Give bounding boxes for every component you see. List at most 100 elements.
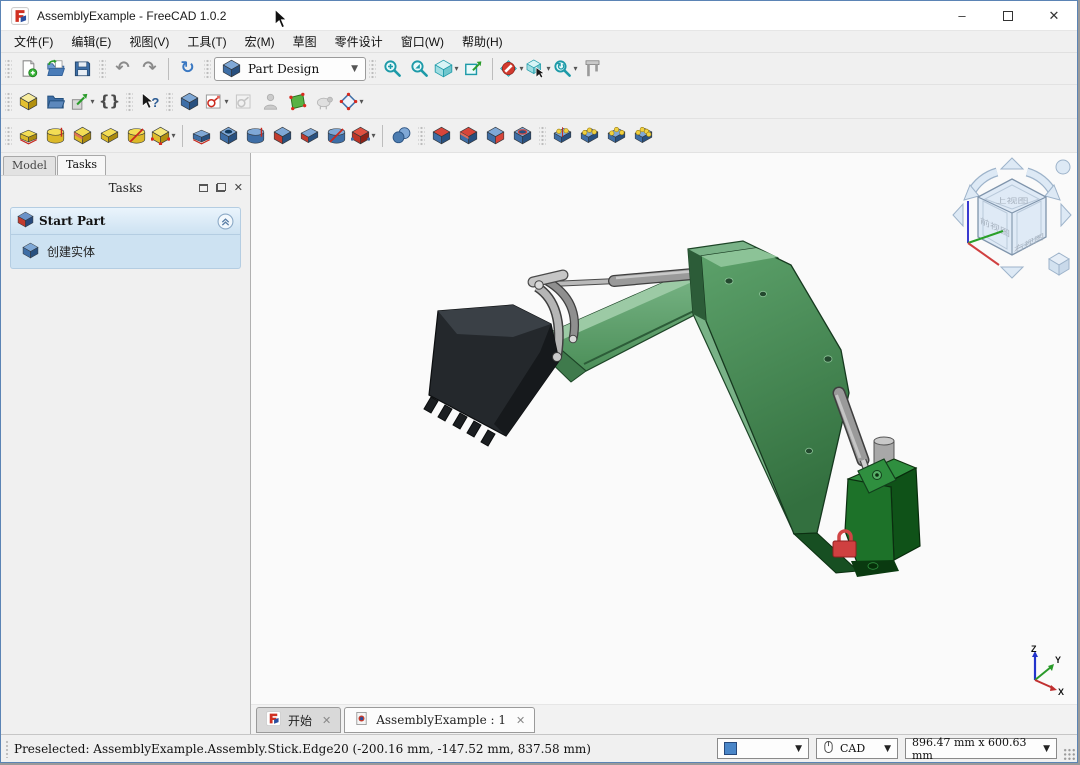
- create-body-icon: [180, 92, 199, 111]
- polar-pattern-button[interactable]: [603, 122, 630, 149]
- title-bar: AssemblyExample - FreeCAD 1.0.2 – ✕: [1, 1, 1077, 31]
- menu-file[interactable]: 文件(F): [5, 31, 62, 52]
- measure-button[interactable]: [579, 55, 606, 82]
- dimensions-dropdown[interactable]: 896.47 mm x 600.63 mm ▼: [905, 738, 1057, 759]
- draw-style-button[interactable]: ▾: [498, 55, 525, 82]
- part-workbench-button[interactable]: [15, 88, 42, 115]
- minimize-button[interactable]: –: [939, 1, 985, 30]
- multitransform-icon: [634, 126, 653, 145]
- collapse-chevron-button[interactable]: [217, 213, 234, 230]
- dropdown-arrow-icon[interactable]: ▾: [371, 131, 375, 140]
- new-document-button[interactable]: [15, 55, 42, 82]
- navigation-style-value: CAD: [840, 742, 865, 755]
- workbench-selector[interactable]: Part Design▼: [214, 57, 366, 81]
- thickness-button[interactable]: [509, 122, 536, 149]
- create-sketch-button[interactable]: ▾: [203, 88, 230, 115]
- dropdown-arrow-icon[interactable]: ▾: [90, 97, 94, 106]
- save-document-button[interactable]: [69, 55, 96, 82]
- draft-button[interactable]: [482, 122, 509, 149]
- mdi-tab-close-icon[interactable]: ✕: [516, 714, 525, 727]
- refresh-button[interactable]: ↻: [174, 55, 201, 82]
- pad-button[interactable]: [15, 122, 42, 149]
- groove-icon: [246, 126, 265, 145]
- additive-pipe-button[interactable]: [96, 122, 123, 149]
- dock-float-icon[interactable]: [216, 183, 226, 192]
- dock-view-button[interactable]: [460, 55, 487, 82]
- groove-button[interactable]: [242, 122, 269, 149]
- dropdown-arrow-icon[interactable]: ▾: [171, 131, 175, 140]
- linear-pattern-button[interactable]: [576, 122, 603, 149]
- menu-macro[interactable]: 宏(M): [236, 31, 284, 52]
- mdi-tab-close-icon[interactable]: ✕: [322, 714, 331, 727]
- navigation-cube[interactable]: 上视图 前视图 右视图: [951, 157, 1073, 279]
- whats-this-button[interactable]: ?: [136, 88, 163, 115]
- create-body-button[interactable]: [176, 88, 203, 115]
- fillet-button[interactable]: [428, 122, 455, 149]
- close-button[interactable]: ✕: [1031, 1, 1077, 30]
- revolution-button[interactable]: [42, 122, 69, 149]
- status-bar: Preselected: AssemblyExample.Assembly.St…: [1, 734, 1077, 762]
- open-folder-button[interactable]: [42, 88, 69, 115]
- task-item-create-solid[interactable]: 创建实体: [10, 235, 241, 269]
- dock-tab-model[interactable]: Model: [3, 156, 56, 175]
- expressions-button[interactable]: {}: [96, 88, 123, 115]
- subtractive-helix-button[interactable]: [323, 122, 350, 149]
- shape-binder-button[interactable]: [284, 88, 311, 115]
- additive-primitive-button[interactable]: ▾: [150, 122, 177, 149]
- mirrored-button[interactable]: [549, 122, 576, 149]
- mdi-tab-start[interactable]: 开始✕: [256, 707, 341, 733]
- subtractive-pipe-button[interactable]: [296, 122, 323, 149]
- dropdown-arrow-icon[interactable]: ▾: [359, 97, 363, 106]
- menu-partdesign[interactable]: 零件设计: [326, 31, 392, 52]
- dropdown-arrow-icon[interactable]: ▾: [573, 64, 577, 73]
- expressions-icon: {}: [99, 94, 120, 109]
- fit-all-button[interactable]: [379, 55, 406, 82]
- dropdown-arrow-icon[interactable]: ▾: [546, 64, 550, 73]
- navigation-style-dropdown[interactable]: CAD ▼: [816, 738, 898, 759]
- export-share-button[interactable]: ▾: [69, 88, 96, 115]
- pocket-button[interactable]: [188, 122, 215, 149]
- viewport-3d[interactable]: 上视图 前视图 右视图 Z Y X 开始✕AssemblyExamp: [251, 153, 1077, 734]
- menu-window[interactable]: 窗口(W): [392, 31, 453, 52]
- create-datum-button[interactable]: ▾: [338, 88, 365, 115]
- maximize-button[interactable]: [985, 1, 1031, 30]
- boolean-operation-button[interactable]: [388, 122, 415, 149]
- menu-help[interactable]: 帮助(H): [453, 31, 512, 52]
- dock-minimize-icon[interactable]: [199, 184, 208, 192]
- map-sketch-button[interactable]: [257, 88, 284, 115]
- dropdown-arrow-icon[interactable]: ▾: [454, 64, 458, 73]
- subtractive-primitive-button[interactable]: ▾: [350, 122, 377, 149]
- resize-grip[interactable]: [1063, 748, 1076, 761]
- edit-sketch-button[interactable]: [230, 88, 257, 115]
- selection-view-button[interactable]: ▾: [525, 55, 552, 82]
- open-document-button[interactable]: [42, 55, 69, 82]
- start-part-header[interactable]: Start Part: [10, 207, 241, 235]
- create-clone-icon: [315, 92, 334, 111]
- navcube-top-label: 上视图: [996, 196, 1029, 204]
- fit-selection-button[interactable]: [406, 55, 433, 82]
- multitransform-button[interactable]: [630, 122, 657, 149]
- dock-close-icon[interactable]: ✕: [234, 182, 243, 193]
- combo-arrow-icon: ▼: [351, 64, 358, 74]
- dropdown-arrow-icon[interactable]: ▾: [519, 64, 523, 73]
- zoom-tools-button[interactable]: ↻▾: [552, 55, 579, 82]
- axonometric-view-button[interactable]: ▾: [433, 55, 460, 82]
- menu-tools[interactable]: 工具(T): [178, 31, 235, 52]
- menu-edit[interactable]: 编辑(E): [62, 31, 120, 52]
- additive-helix-button[interactable]: [123, 122, 150, 149]
- subtractive-loft-button[interactable]: [269, 122, 296, 149]
- mdi-tab-assembly-example[interactable]: AssemblyExample : 1✕: [344, 707, 535, 733]
- chamfer-button[interactable]: [455, 122, 482, 149]
- menu-view[interactable]: 视图(V): [120, 31, 178, 52]
- create-clone-button[interactable]: [311, 88, 338, 115]
- toolbar-separator: [382, 125, 383, 147]
- dropdown-arrow-icon[interactable]: ▾: [224, 97, 228, 106]
- dock-tab-tasks[interactable]: Tasks: [57, 155, 106, 175]
- hole-button[interactable]: [215, 122, 242, 149]
- menu-sketch[interactable]: 草图: [284, 31, 326, 52]
- undo-button[interactable]: ↶: [109, 55, 136, 82]
- color-swatch-dropdown[interactable]: ▼: [717, 738, 809, 759]
- additive-loft-button[interactable]: [69, 122, 96, 149]
- redo-button[interactable]: ↷: [136, 55, 163, 82]
- freecad-logo-icon: [11, 7, 29, 25]
